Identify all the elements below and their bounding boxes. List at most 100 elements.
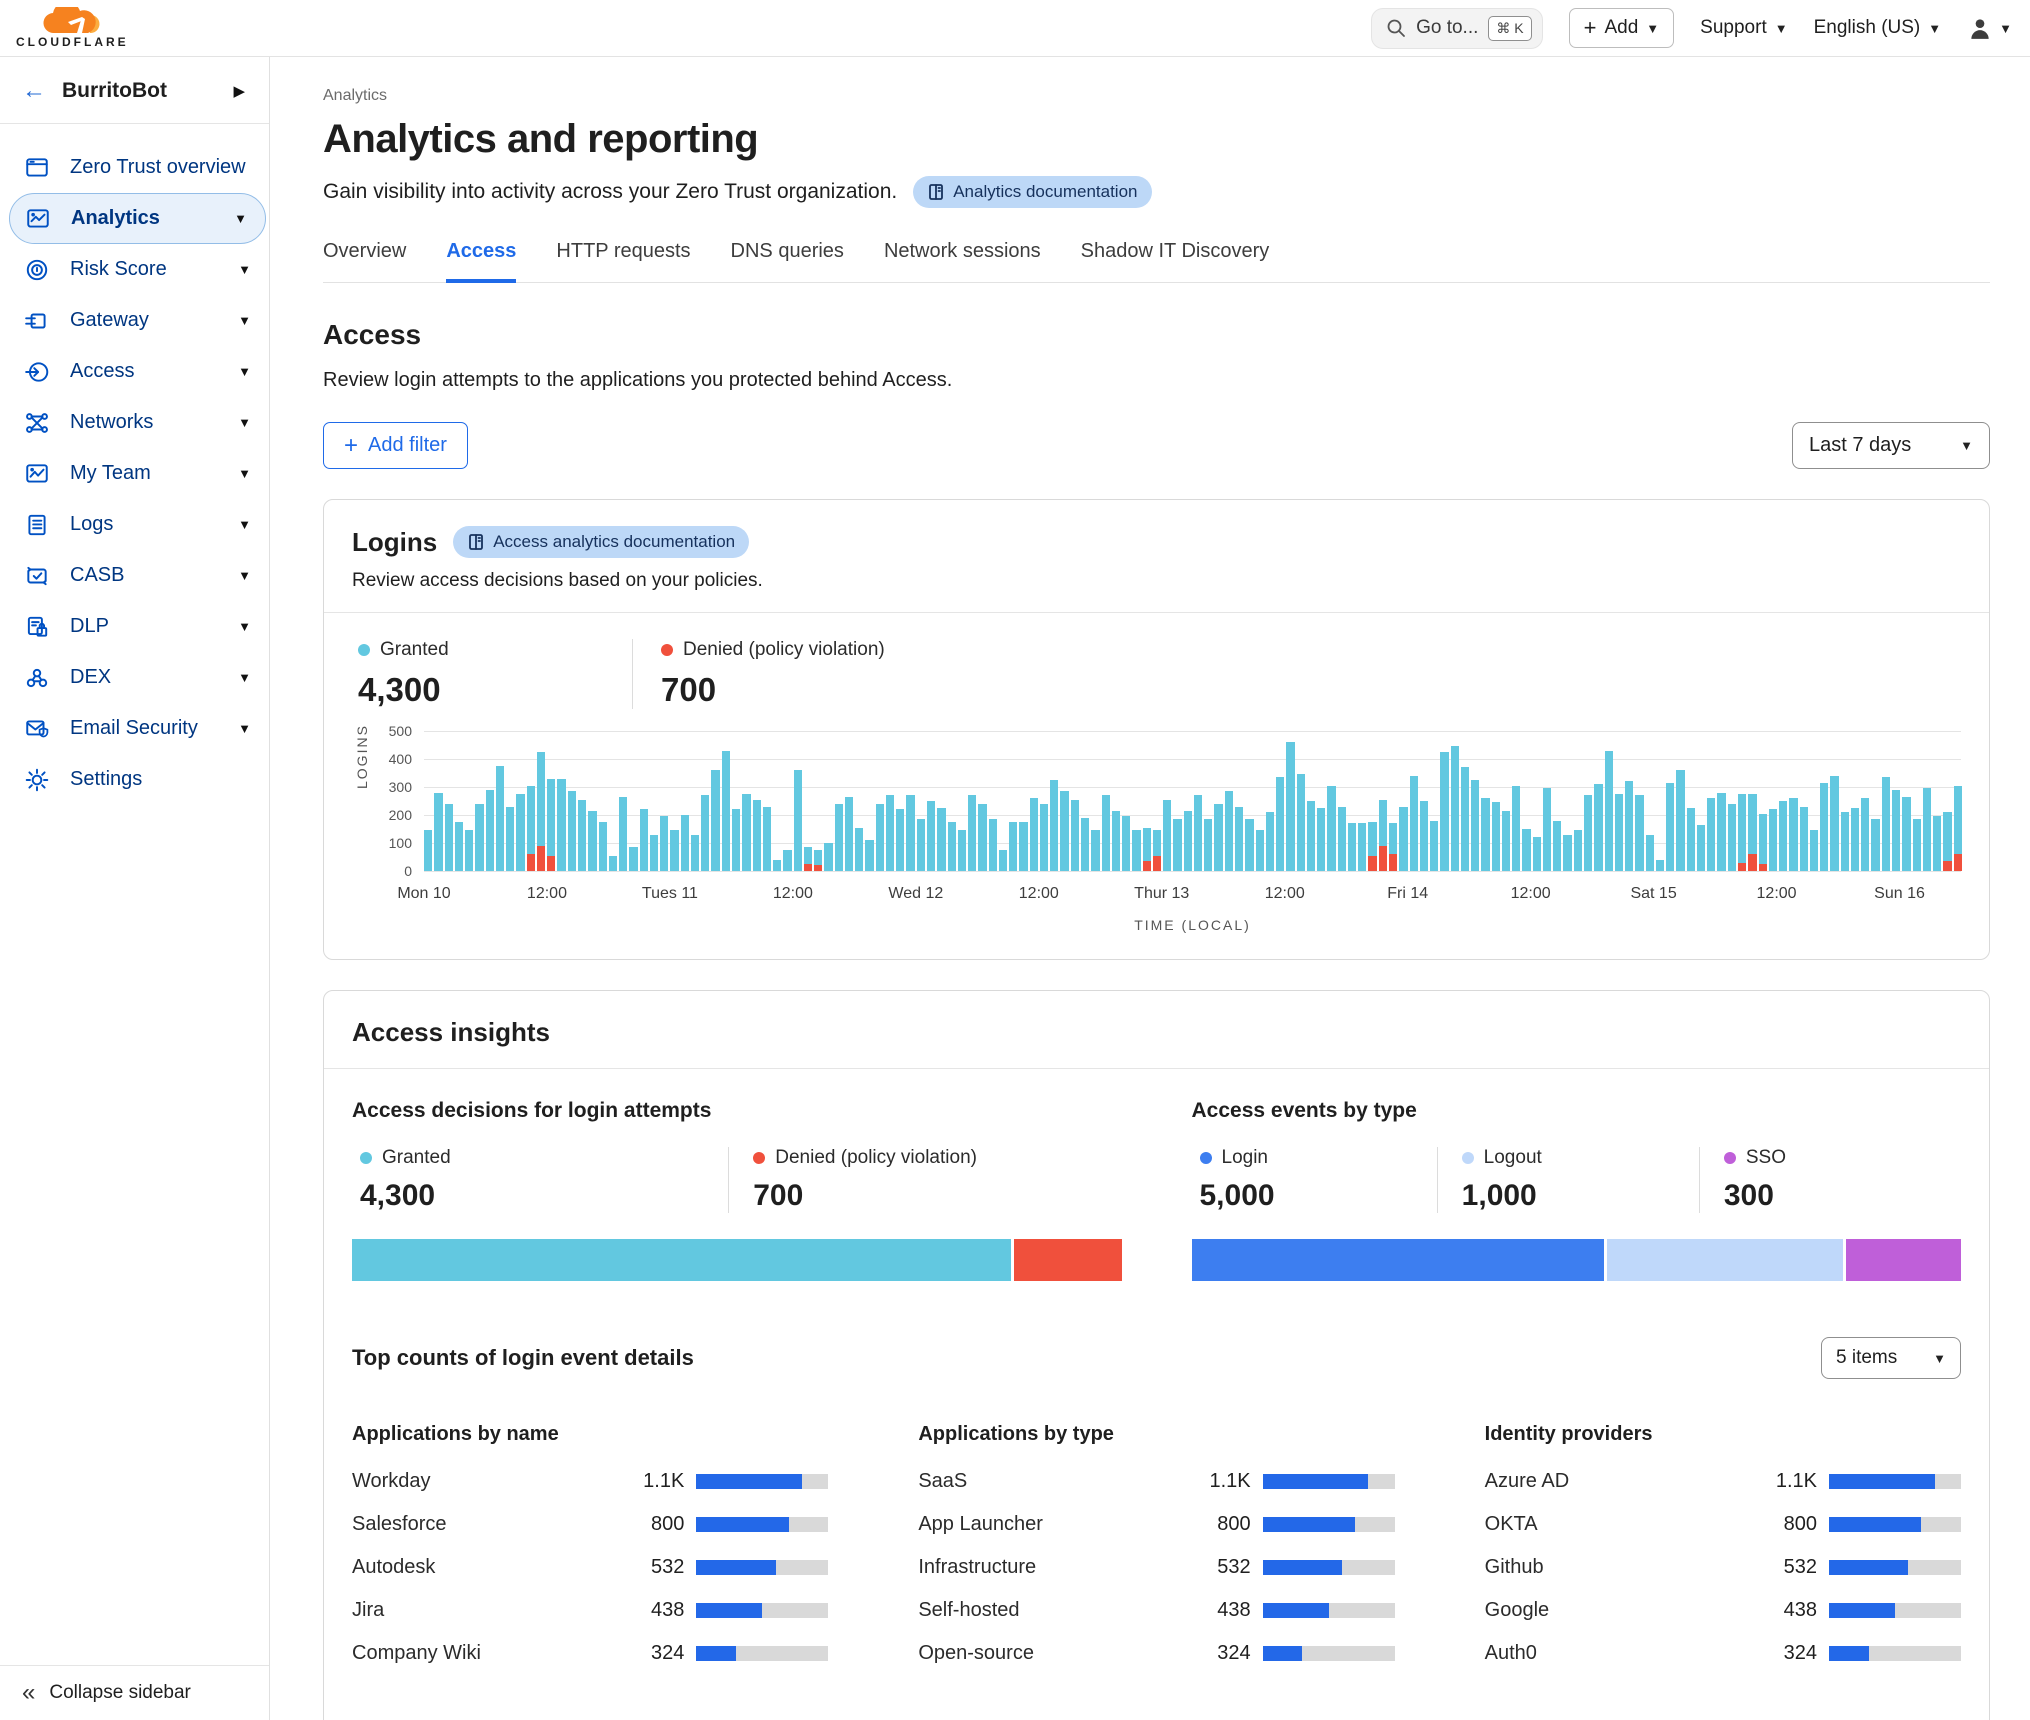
granted-segment: [1871, 819, 1879, 871]
add-button[interactable]: + Add ▼: [1569, 8, 1675, 48]
list-item-label: Jira: [352, 1599, 626, 1622]
date-range-select[interactable]: Last 7 days ▼: [1792, 422, 1990, 469]
granted-segment: [835, 804, 843, 871]
granted-segment: [568, 791, 576, 871]
breadcrumb[interactable]: Analytics: [323, 87, 1990, 105]
cloudflare-logo[interactable]: CLOUDFLARE: [16, 7, 129, 49]
language-label: English (US): [1814, 17, 1921, 39]
back-arrow-icon[interactable]: ←: [22, 81, 46, 101]
tab-http-requests[interactable]: HTTP requests: [556, 240, 690, 282]
bar: [814, 850, 822, 871]
sidebar-item-dex[interactable]: DEX▼: [0, 652, 269, 703]
sidebar-item-networks[interactable]: Networks▼: [0, 397, 269, 448]
stat-legend: Denied (policy violation): [753, 1147, 1097, 1169]
sidebar-item-analytics[interactable]: Analytics▼: [9, 193, 266, 244]
chevron-right-icon[interactable]: ▶: [233, 82, 249, 100]
granted-segment: [1943, 812, 1951, 861]
granted-segment: [1841, 812, 1849, 871]
sidebar-item-email-security[interactable]: Email Security▼: [0, 703, 269, 754]
x-tick-label: 12:00: [1757, 885, 1797, 903]
granted-segment: [814, 850, 822, 865]
sidebar-item-gateway[interactable]: Gateway▼: [0, 295, 269, 346]
bar: [1379, 800, 1387, 871]
sidebar-item-risk-score[interactable]: Risk Score▼: [0, 244, 269, 295]
bar: [1810, 830, 1818, 871]
go-to-search[interactable]: Go to... ⌘ K: [1371, 8, 1543, 49]
language-menu[interactable]: English (US) ▼: [1814, 17, 1942, 39]
sidebar-item-settings[interactable]: Settings: [0, 754, 269, 805]
granted-segment: [1091, 830, 1099, 871]
bar: [773, 860, 781, 871]
granted-segment: [1317, 808, 1325, 871]
access-analytics-documentation-badge[interactable]: Access analytics documentation: [453, 526, 749, 558]
stat-label: Logout: [1484, 1147, 1542, 1169]
items-count-select[interactable]: 5 items ▼: [1821, 1337, 1961, 1379]
user-menu[interactable]: ▼: [1967, 15, 2012, 41]
tab-overview[interactable]: Overview: [323, 240, 406, 282]
granted-segment: [1502, 811, 1510, 871]
sidebar-item-my-team[interactable]: My Team▼: [0, 448, 269, 499]
list-item-bar-fill: [1263, 1560, 1342, 1575]
bar: [609, 856, 617, 871]
collapse-sidebar-button[interactable]: « Collapse sidebar: [0, 1665, 269, 1720]
support-menu[interactable]: Support ▼: [1700, 17, 1787, 39]
tab-dns-queries[interactable]: DNS queries: [731, 240, 844, 282]
bar: [1102, 795, 1110, 871]
bar: [578, 800, 586, 871]
stacked-bar: [1192, 1239, 1962, 1281]
bar: [1461, 767, 1469, 871]
legend-dot: [1724, 1152, 1736, 1164]
tab-access[interactable]: Access: [446, 240, 516, 283]
tab-network-sessions[interactable]: Network sessions: [884, 240, 1041, 282]
sidebar-item-logs[interactable]: Logs▼: [0, 499, 269, 550]
settings-icon: [24, 767, 50, 793]
tab-shadow-it-discovery[interactable]: Shadow IT Discovery: [1081, 240, 1270, 282]
analytics-documentation-badge[interactable]: Analytics documentation: [913, 176, 1151, 208]
list-item-bar-fill: [1829, 1517, 1921, 1532]
granted-segment: [1327, 786, 1335, 871]
bar-segment-login: [1192, 1239, 1604, 1281]
keyboard-shortcut-badge: ⌘ K: [1488, 16, 1531, 41]
granted-segment: [1358, 823, 1366, 871]
granted-segment: [1420, 801, 1428, 871]
bar: [711, 770, 719, 871]
bar: [1728, 804, 1736, 871]
granted-segment: [1235, 807, 1243, 871]
granted-segment: [876, 804, 884, 871]
bar: [475, 804, 483, 871]
logins-chart: LOGINS 5004003002001000 Mon 1012:00Tues …: [324, 709, 1989, 959]
list-item-value: 438: [1759, 1599, 1817, 1622]
list-item-bar: [696, 1474, 828, 1489]
list-item-bar-fill: [1263, 1646, 1303, 1661]
sidebar-item-casb[interactable]: CASB▼: [0, 550, 269, 601]
bar: [1820, 783, 1828, 871]
list-item-label: SaaS: [918, 1470, 1192, 1493]
x-tick-label: Mon 10: [397, 885, 450, 903]
bar: [1204, 819, 1212, 871]
bar: [989, 819, 997, 871]
sidebar-item-dlp[interactable]: DLP▼: [0, 601, 269, 652]
team-icon: [24, 461, 50, 487]
list-item-bar: [1829, 1560, 1961, 1575]
granted-segment: [999, 850, 1007, 871]
bar: [1933, 816, 1941, 871]
granted-segment: [434, 793, 442, 871]
granted-segment: [650, 835, 658, 871]
granted-segment: [1286, 742, 1294, 871]
sidebar-item-zero-trust-overview[interactable]: Zero Trust overview: [0, 142, 269, 193]
bar: [1800, 807, 1808, 871]
sidebar: ← BurritoBot ▶ Zero Trust overviewAnalyt…: [0, 57, 270, 1720]
y-tick-label: 200: [389, 807, 412, 823]
x-tick-label: 12:00: [527, 885, 567, 903]
sidebar-item-access[interactable]: Access▼: [0, 346, 269, 397]
bar: [968, 795, 976, 871]
sidebar-item-label: Analytics: [71, 207, 214, 230]
granted-segment: [1656, 860, 1664, 871]
list-item: Azure AD1.1K: [1485, 1470, 1961, 1493]
granted-segment: [783, 850, 791, 871]
add-filter-button[interactable]: + Add filter: [323, 422, 468, 469]
granted-segment: [1666, 783, 1674, 871]
granted-segment: [1748, 794, 1756, 854]
account-switcher[interactable]: ← BurritoBot ▶: [0, 57, 269, 124]
list-item: Self-hosted438: [918, 1599, 1394, 1622]
